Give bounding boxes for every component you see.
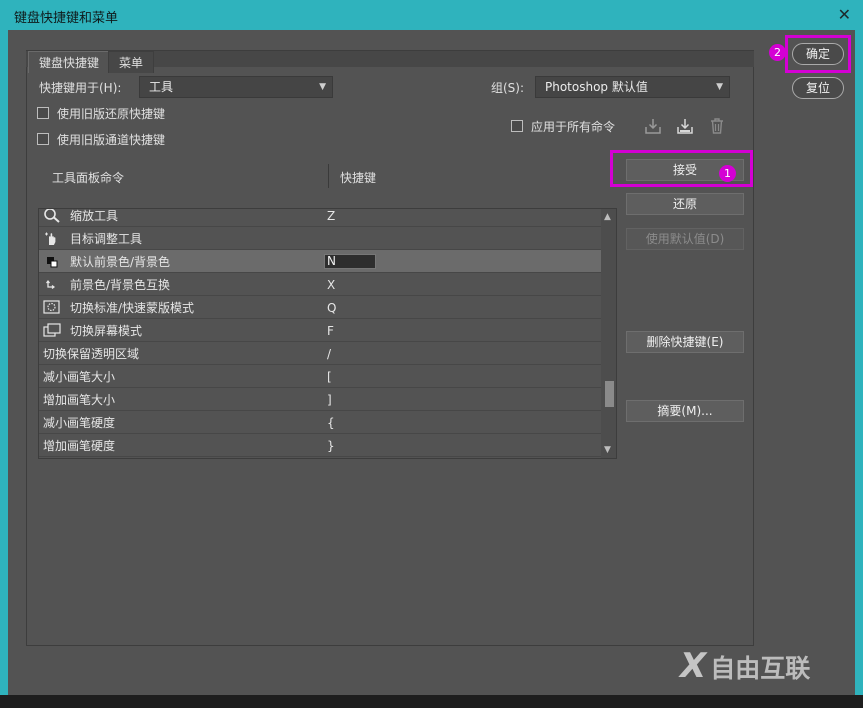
row-shortcut-key: } — [327, 439, 335, 453]
table-row[interactable]: 减小画笔大小 [ — [39, 365, 601, 388]
column-header-row: 工具面板命令 快捷键 — [38, 161, 603, 193]
default-colors-icon — [43, 253, 61, 269]
row-command-name: 切换保留透明区域 — [43, 347, 140, 361]
chevron-down-icon: ▼ — [319, 82, 326, 92]
table-row[interactable]: 缩放工具 Z — [39, 209, 601, 227]
group-label: 组(S): — [491, 81, 525, 95]
scroll-down-icon[interactable]: ▼ — [604, 445, 611, 455]
table-row[interactable]: 切换保留透明区域 / — [39, 342, 601, 365]
screen-mode-icon — [43, 322, 61, 338]
row-command-name: 切换标准/快速蒙版模式 — [70, 301, 195, 315]
row-shortcut-key: { — [327, 416, 335, 430]
apply-all-checkbox[interactable] — [511, 120, 523, 132]
dialog-body: 键盘快捷键 菜单 快捷键用于(H): 工具 ▼ 组(S): Photoshop … — [8, 30, 855, 695]
bottom-strip — [0, 695, 863, 708]
quick-mask-icon — [43, 299, 61, 315]
save-as-set-icon[interactable] — [675, 116, 695, 136]
zoom-icon — [43, 209, 61, 223]
row-shortcut-key: F — [327, 324, 334, 338]
watermark-text: 自由互联 — [710, 654, 811, 683]
undo-button[interactable]: 还原 — [626, 193, 744, 215]
row-shortcut-key: X — [327, 278, 336, 292]
reset-button[interactable]: 复位 — [792, 77, 844, 99]
table-row[interactable]: 前景色/背景色互换 X — [39, 273, 601, 296]
summarize-button[interactable]: 摘要(M)... — [626, 400, 744, 422]
row-command-name: 减小画笔大小 — [43, 370, 116, 384]
chevron-down-icon: ▼ — [716, 82, 723, 92]
scroll-up-icon[interactable]: ▲ — [604, 212, 611, 222]
table-row[interactable]: 目标调整工具 — [39, 227, 601, 250]
command-list[interactable]: 缩放工具 Z 目标调整工具 默认前景色/背景色 N 前景色/背景色互换 X 切换… — [38, 208, 617, 459]
trash-icon[interactable] — [707, 116, 727, 136]
swap-colors-icon — [43, 276, 61, 292]
use-default-button[interactable]: 使用默认值(D) — [626, 228, 744, 250]
hand-adjust-icon — [43, 230, 61, 246]
row-shortcut-key: Q — [327, 301, 337, 315]
close-icon[interactable]: ✕ — [838, 5, 851, 24]
row-command-name: 增加画笔硬度 — [43, 439, 116, 453]
legacy-channel-checkbox[interactable] — [37, 133, 49, 145]
row-shortcut-key: / — [327, 347, 332, 361]
table-row[interactable]: 切换标准/快速蒙版模式 Q — [39, 296, 601, 319]
window-title: 键盘快捷键和菜单 — [14, 11, 119, 26]
legacy-undo-checkbox[interactable] — [37, 107, 49, 119]
shortcuts-for-label: 快捷键用于(H): — [39, 81, 122, 95]
table-row[interactable]: 增加画笔硬度 } — [39, 434, 601, 457]
group-value: Photoshop 默认值 — [545, 80, 648, 94]
ok-highlight-box — [785, 35, 851, 73]
column-header-command: 工具面板命令 — [52, 171, 125, 185]
shortcuts-for-value: 工具 — [149, 80, 174, 94]
step-badge-2: 2 — [769, 44, 786, 61]
table-row[interactable]: 增加画笔大小 ] — [39, 388, 601, 411]
row-command-name: 切换屏幕模式 — [70, 324, 143, 338]
list-scrollbar[interactable]: ▲ ▼ — [601, 209, 616, 458]
tab-keyboard-shortcuts[interactable]: 键盘快捷键 — [28, 51, 111, 73]
watermark-glyph: X — [680, 646, 707, 686]
row-command-name: 增加画笔大小 — [43, 393, 116, 407]
row-shortcut-key: Z — [327, 209, 336, 223]
row-command-name: 目标调整工具 — [70, 232, 143, 246]
title-bar: 键盘快捷键和菜单 ✕ — [0, 0, 863, 30]
shortcuts-for-select[interactable]: 工具 ▼ — [139, 76, 333, 98]
row-shortcut-key: ] — [327, 393, 332, 407]
legacy-channel-label: 使用旧版通道快捷键 — [57, 133, 166, 147]
table-row[interactable]: 切换屏幕模式 F — [39, 319, 601, 342]
apply-all-label: 应用于所有命令 — [531, 120, 616, 134]
shortcut-input[interactable]: N — [324, 254, 376, 269]
watermark-logo: X 自由互联 — [680, 646, 810, 686]
group-select[interactable]: Photoshop 默认值 ▼ — [535, 76, 730, 98]
column-divider — [328, 164, 329, 188]
save-set-icon[interactable] — [643, 116, 663, 136]
row-command-name: 缩放工具 — [70, 209, 119, 223]
row-command-name: 前景色/背景色互换 — [70, 278, 171, 292]
row-command-name: 减小画笔硬度 — [43, 416, 116, 430]
scrollbar-thumb[interactable] — [605, 381, 614, 407]
row-shortcut-key: [ — [327, 370, 332, 384]
row-command-name: 默认前景色/背景色 — [70, 255, 171, 269]
table-row[interactable]: 减小画笔硬度 { — [39, 411, 601, 434]
table-row[interactable]: 默认前景色/背景色 N — [39, 250, 601, 273]
step-badge-1: 1 — [719, 165, 736, 182]
column-header-shortcut: 快捷键 — [340, 171, 377, 185]
tab-menus[interactable]: 菜单 — [108, 51, 155, 73]
delete-shortcut-button[interactable]: 删除快捷键(E) — [626, 331, 744, 353]
legacy-undo-label: 使用旧版还原快捷键 — [57, 107, 166, 121]
